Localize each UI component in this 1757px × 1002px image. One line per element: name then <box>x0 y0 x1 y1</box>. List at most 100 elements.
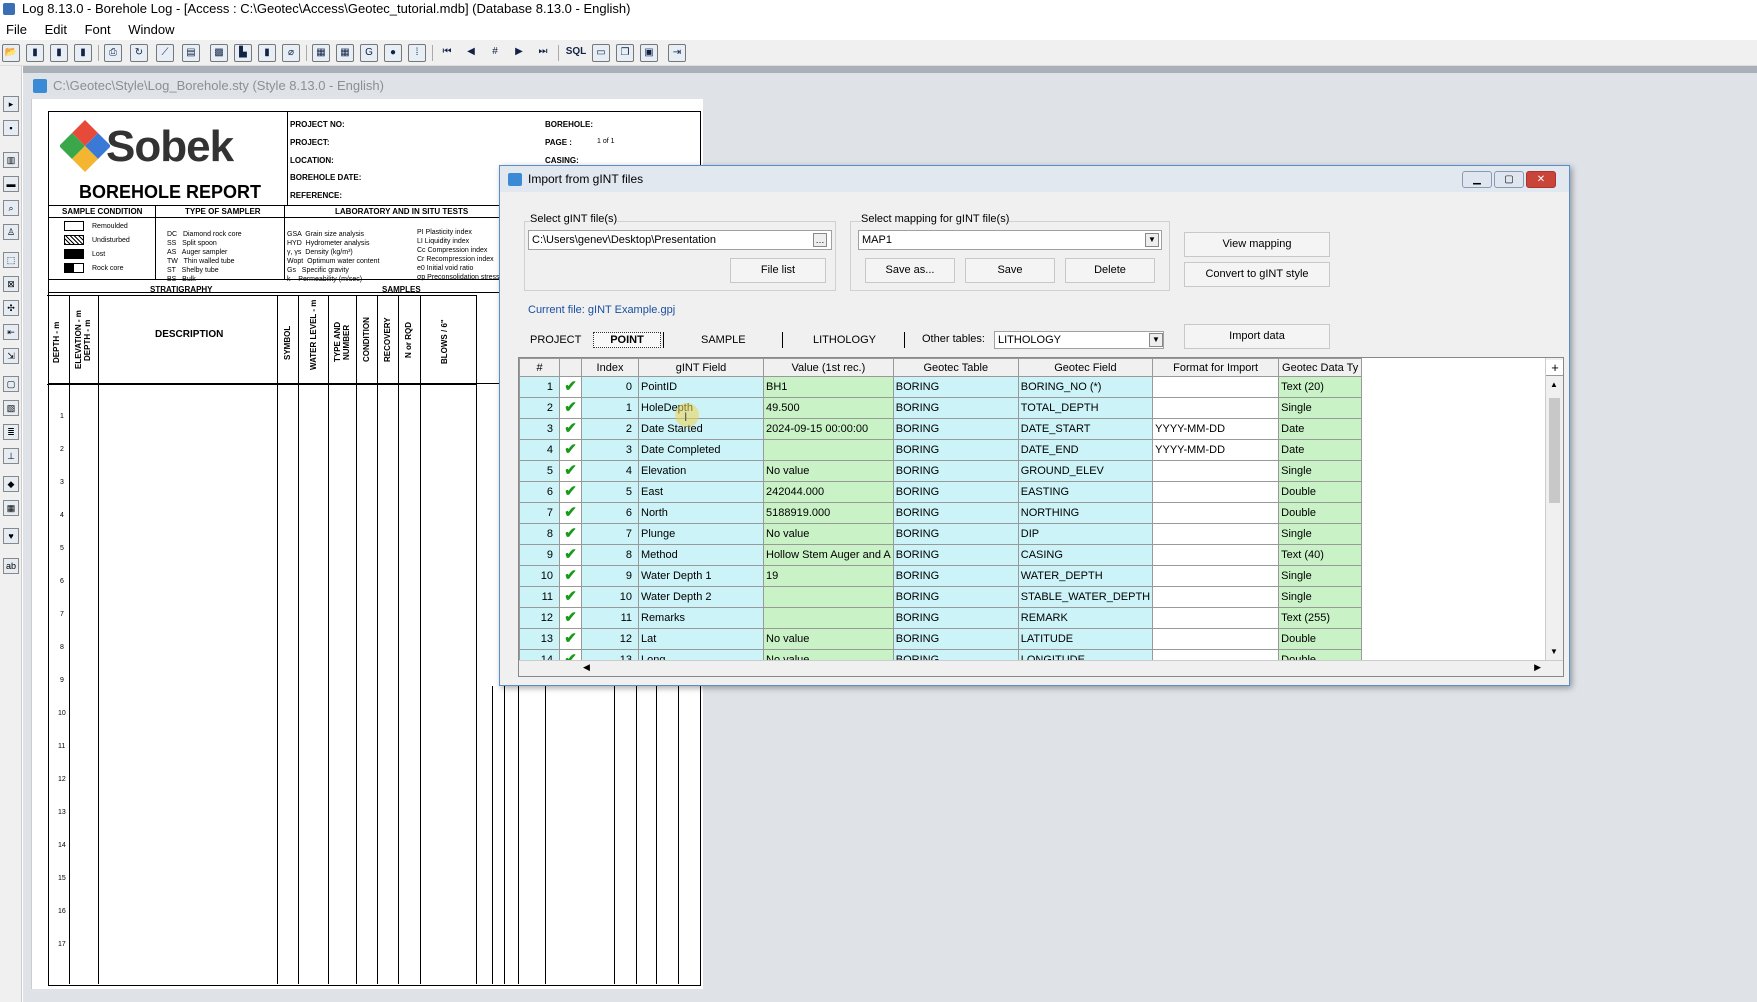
table-row[interactable]: 12 ✔ 11 Remarks BORING REMARK Text (255) <box>519 607 1363 629</box>
save-icon[interactable]: ▪ <box>3 120 19 136</box>
chevron-down-icon[interactable]: ▼ <box>1149 333 1163 347</box>
gint-field-cell[interactable]: Date Completed <box>638 439 764 461</box>
select-cross-icon[interactable]: ⊠ <box>3 276 19 292</box>
check-icon[interactable]: ✔ <box>559 544 582 566</box>
gint-field-cell[interactable]: Remarks <box>638 607 764 629</box>
row-index[interactable]: 6 <box>581 502 639 524</box>
align-left-icon[interactable]: ⇤ <box>3 324 19 340</box>
value-cell[interactable]: No value <box>763 460 894 482</box>
geotec-table-cell[interactable]: BORING <box>892 397 1019 419</box>
table-row[interactable]: 13 ✔ 12 Lat No value BORING LATITUDE Double <box>519 628 1363 650</box>
chart-icon[interactable]: ⟋ <box>156 44 174 62</box>
value-cell[interactable]: 19 <box>763 565 894 587</box>
row-number[interactable]: 9 <box>519 544 560 566</box>
value-cell[interactable]: No value <box>763 628 894 650</box>
histogram-icon[interactable]: ▙ <box>234 44 252 62</box>
cylinder-icon[interactable]: ⌀ <box>282 44 300 62</box>
row-index[interactable]: 4 <box>581 460 639 482</box>
menu-edit[interactable]: Edit <box>45 22 67 37</box>
menu-file[interactable]: File <box>6 22 27 37</box>
windows-icon[interactable]: ❐ <box>616 44 634 62</box>
data-type-cell[interactable]: Single <box>1278 565 1363 587</box>
value-cell[interactable]: 49.500 <box>763 397 894 419</box>
row-icon[interactable]: ▬ <box>3 176 19 192</box>
data-type-cell[interactable]: Single <box>1278 586 1363 608</box>
geotec-field-cell[interactable]: NORTHING <box>1017 502 1154 524</box>
geotec-table-cell[interactable]: BORING <box>892 586 1019 608</box>
geotec-field-cell[interactable]: REMARK <box>1017 607 1154 629</box>
geotec-table-cell[interactable]: BORING <box>892 523 1019 545</box>
tab-sample[interactable]: SAMPLE <box>701 334 746 346</box>
geotec-table-cell[interactable]: BORING <box>892 502 1019 524</box>
table-row[interactable]: 1 ✔ 0 PointID BH1 BORING BORING_NO (*) Text (20… <box>519 376 1363 398</box>
geotec-table-cell[interactable]: BORING <box>892 565 1019 587</box>
format-cell[interactable] <box>1152 481 1280 503</box>
tab-lithology[interactable]: LITHOLOGY <box>813 334 876 346</box>
value-cell[interactable] <box>763 586 894 608</box>
menu-window[interactable]: Window <box>128 22 174 37</box>
table-icon[interactable]: ▤ <box>182 44 200 62</box>
maximize-button[interactable]: ▢ <box>1494 171 1524 188</box>
move-icon[interactable]: ✣ <box>3 300 19 316</box>
check-icon[interactable]: ✔ <box>559 628 582 650</box>
geotec-field-cell[interactable]: WATER_DEPTH <box>1017 565 1154 587</box>
row-number[interactable]: 2 <box>519 397 560 419</box>
gint-field-cell[interactable]: Method <box>638 544 764 566</box>
add-row-icon[interactable]: + <box>1546 360 1563 376</box>
data-type-cell[interactable]: Double <box>1278 502 1363 524</box>
check-icon[interactable]: ✔ <box>559 607 582 629</box>
open-icon[interactable]: 📂 <box>2 44 20 62</box>
check-icon[interactable]: ✔ <box>559 376 582 398</box>
geotec-field-cell[interactable]: BORING_NO (*) <box>1017 376 1154 398</box>
geotec-table-cell[interactable]: BORING <box>892 628 1019 650</box>
row-index[interactable]: 2 <box>581 418 639 440</box>
format-cell[interactable] <box>1152 397 1280 419</box>
gint-field-cell[interactable]: Water Depth 2 <box>638 586 764 608</box>
geotec-table-cell[interactable]: BORING <box>892 460 1019 482</box>
gint-field-cell[interactable]: East <box>638 481 764 503</box>
window-icon[interactable]: ▭ <box>592 44 610 62</box>
dialog-icon[interactable]: ▣ <box>640 44 658 62</box>
table-row[interactable]: 9 ✔ 8 Method Hollow Stem Auger and A BORING CA… <box>519 544 1363 566</box>
tab-point[interactable]: POINT <box>593 332 661 348</box>
data-type-cell[interactable]: Single <box>1278 523 1363 545</box>
geotec-field-cell[interactable]: CASING <box>1017 544 1154 566</box>
table-row[interactable]: 3 ✔ 2 Date Started 2024-09-15 00:00:00 BORING… <box>519 418 1363 440</box>
sql-icon[interactable]: SQL <box>564 44 588 62</box>
table-row[interactable]: 6 ✔ 5 East 242044.000 BORING EASTING Double <box>519 481 1363 503</box>
table-row[interactable]: 5 ✔ 4 Elevation No value BORING GROUND_ELEV Sin… <box>519 460 1363 482</box>
row-number[interactable]: 4 <box>519 439 560 461</box>
delete-button[interactable]: Delete <box>1065 258 1155 283</box>
row-index[interactable]: 12 <box>581 628 639 650</box>
geotec-table-cell[interactable]: BORING <box>892 544 1019 566</box>
data-type-cell[interactable]: Text (255) <box>1278 607 1363 629</box>
view-mapping-button[interactable]: View mapping <box>1184 232 1330 257</box>
axis-icon[interactable]: ⊥ <box>3 448 19 464</box>
mapping-select[interactable]: MAP1 <box>858 230 1162 250</box>
row-index[interactable]: 9 <box>581 565 639 587</box>
stamp-icon[interactable]: ♙ <box>3 224 19 240</box>
geotec-field-cell[interactable]: EASTING <box>1017 481 1154 503</box>
row-number[interactable]: 13 <box>519 628 560 650</box>
format-cell[interactable] <box>1152 376 1280 398</box>
row-index[interactable]: 10 <box>581 586 639 608</box>
layers-icon[interactable]: ▦ <box>312 44 330 62</box>
record-number-icon[interactable]: # <box>486 44 504 62</box>
format-cell[interactable] <box>1152 628 1280 650</box>
gint-field-cell[interactable]: Date Started <box>638 418 764 440</box>
data-type-cell[interactable]: Double <box>1278 481 1363 503</box>
zoom-icon[interactable]: ⌕ <box>3 200 19 216</box>
other-tables-select[interactable]: LITHOLOGY <box>994 331 1164 349</box>
grid-icon[interactable]: ▦ <box>3 500 19 516</box>
scroll-left-icon[interactable]: ◀ <box>583 662 590 673</box>
convert-gint-style-button[interactable]: Convert to gINT style <box>1184 262 1330 287</box>
file-list-button[interactable]: File list <box>730 258 826 283</box>
gint-icon[interactable]: G <box>360 44 378 62</box>
check-icon[interactable]: ✔ <box>559 397 582 419</box>
geotec-table-cell[interactable]: BORING <box>892 607 1019 629</box>
list-icon[interactable]: ≣ <box>3 424 19 440</box>
row-index[interactable]: 8 <box>581 544 639 566</box>
print-icon[interactable]: ⎙ <box>104 44 122 62</box>
check-icon[interactable]: ✔ <box>559 481 582 503</box>
resize-icon[interactable]: ⇲ <box>3 348 19 364</box>
